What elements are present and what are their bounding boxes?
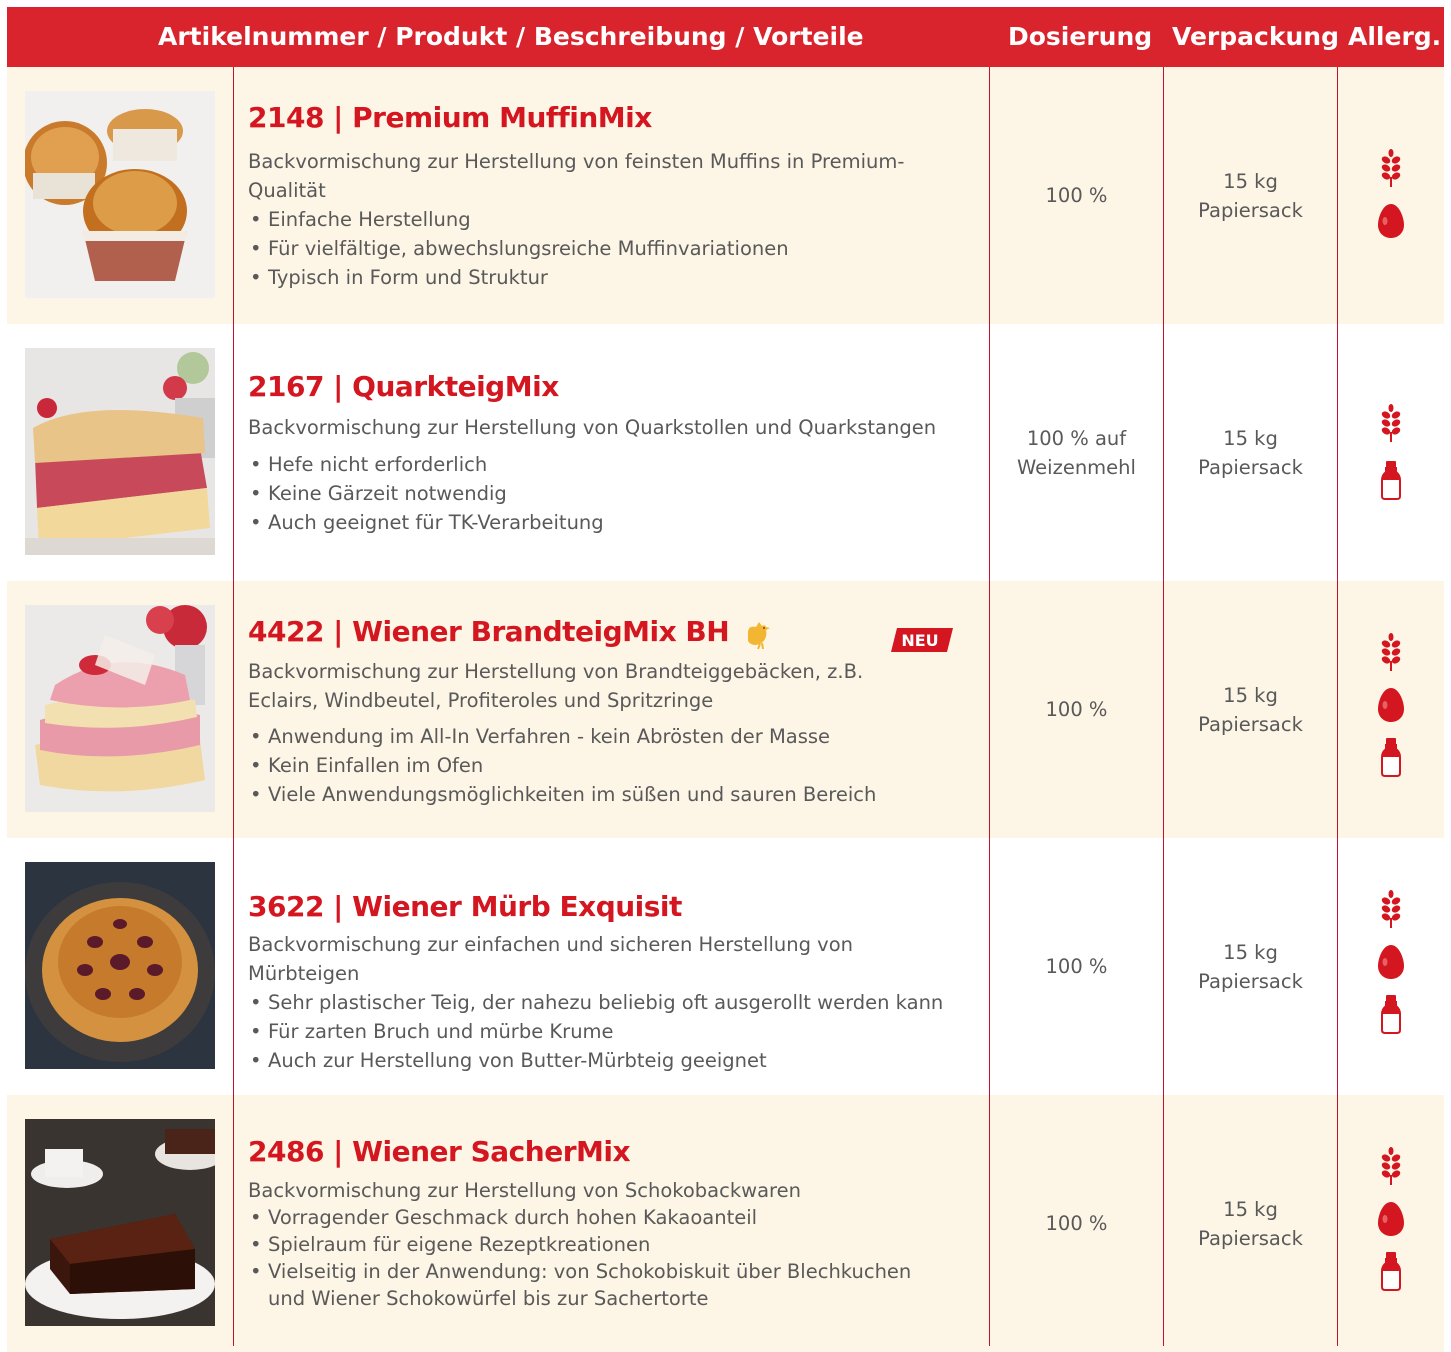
product-title: 4422 | Wiener BrandteigMix BH <box>248 615 774 649</box>
description-text: Backvormischung zur einfachen und sicher… <box>248 933 853 985</box>
packaging-type: Papiersack <box>1198 970 1303 993</box>
dosage-value: 100 % auf Weizenmehl <box>990 424 1163 482</box>
wheat-icon <box>1381 890 1401 928</box>
product-description: Backvormischung zur Herstellung von Quar… <box>248 413 948 537</box>
table-header: Artikelnummer / Produkt / Beschreibung /… <box>7 7 1444 67</box>
packaging-weight: 15 kg <box>1223 427 1278 450</box>
benefit-list: Hefe nicht erforderlich Keine Gärzeit no… <box>248 450 948 537</box>
product-title: 2167 | QuarkteigMix <box>248 370 559 403</box>
product-description: Backvormischung zur einfachen und sicher… <box>248 930 948 1075</box>
sacher-cake-photo <box>25 1119 215 1326</box>
tart-photo <box>25 862 215 1069</box>
packaging-weight: 15 kg <box>1223 170 1278 193</box>
packaging-weight: 15 kg <box>1223 941 1278 964</box>
product-title: 2486 | Wiener SacherMix <box>248 1135 631 1168</box>
description-text: Backvormischung zur Herstellung von Bran… <box>248 660 864 712</box>
benefit-list: Einfache Herstellung Für vielfältige, ab… <box>248 205 948 292</box>
dosage-line: Weizenmehl <box>1017 456 1136 479</box>
allergen-icons <box>1338 149 1444 239</box>
header-dosage: Dosierung <box>1008 22 1153 51</box>
egg-icon <box>1378 204 1404 238</box>
packaging-value: 15 kg Papiersack <box>1164 681 1337 739</box>
list-item: Viele Anwendungsmöglichkeiten im süßen u… <box>248 780 948 809</box>
product-description: Backvormischung zur Herstellung von fein… <box>248 147 948 292</box>
header-product: Artikelnummer / Produkt / Beschreibung /… <box>158 22 864 51</box>
packaging-type: Papiersack <box>1198 456 1303 479</box>
allergen-icons <box>1338 633 1444 777</box>
milk-icon <box>1381 738 1401 777</box>
allergen-icons <box>1338 404 1444 500</box>
wheat-icon <box>1381 149 1401 187</box>
allergen-icons <box>1338 890 1444 1034</box>
list-item: Auch zur Herstellung von Butter-Mürbteig… <box>248 1046 948 1075</box>
benefit-list: Sehr plastischer Teig, der nahezu belieb… <box>248 988 948 1075</box>
list-item: Typisch in Form und Struktur <box>248 263 948 292</box>
packaging-value: 15 kg Papiersack <box>1164 424 1337 482</box>
packaging-type: Papiersack <box>1198 199 1303 222</box>
crumble-cake-photo <box>25 348 215 555</box>
product-title: 3622 | Wiener Mürb Exquisit <box>248 890 682 923</box>
list-item: Kein Einfallen im Ofen <box>248 751 948 780</box>
list-item: Spielraum für eigene Rezeptkreationen <box>248 1231 928 1258</box>
dosage-value: 100 % <box>1045 698 1108 721</box>
list-item: Einfache Herstellung <box>248 205 948 234</box>
milk-icon <box>1381 995 1401 1034</box>
neu-badge-label: NEU <box>901 631 938 650</box>
packaging-type: Papiersack <box>1198 1227 1303 1250</box>
product-title-text: 4422 | Wiener BrandteigMix BH <box>248 615 730 648</box>
packaging-value: 15 kg Papiersack <box>1164 167 1337 225</box>
allergen-icons <box>1338 1147 1444 1291</box>
description-text: Backvormischung zur Herstellung von Quar… <box>248 416 937 439</box>
product-title: 2148 | Premium MuffinMix <box>248 101 652 134</box>
benefit-list: Anwendung im All-In Verfahren - kein Abr… <box>248 722 948 809</box>
product-row: 2167 | QuarkteigMix Backvormischung zur … <box>7 324 1444 581</box>
dosage-value: 100 % <box>1045 1212 1108 1235</box>
product-description: Backvormischung zur Herstellung von Scho… <box>248 1177 948 1312</box>
egg-icon <box>1378 1202 1404 1236</box>
list-item: Anwendung im All-In Verfahren - kein Abr… <box>248 722 948 751</box>
description-text: Backvormischung zur Herstellung von Scho… <box>248 1179 801 1202</box>
benefit-list: Vorragender Geschmack durch hohen Kakaoa… <box>248 1204 928 1312</box>
header-allergens: Allerg. <box>1348 22 1442 51</box>
list-item: Vorragender Geschmack durch hohen Kakaoa… <box>248 1204 928 1231</box>
hen-icon <box>748 622 771 649</box>
list-item: Sehr plastischer Teig, der nahezu belieb… <box>248 988 948 1017</box>
packaging-type: Papiersack <box>1198 713 1303 736</box>
packaging-weight: 15 kg <box>1223 1198 1278 1221</box>
milk-icon <box>1381 461 1401 500</box>
product-row: 2148 | Premium MuffinMix Backvormischung… <box>7 67 1444 324</box>
packaging-value: 15 kg Papiersack <box>1164 938 1337 996</box>
packaging-weight: 15 kg <box>1223 684 1278 707</box>
muffin-photo <box>25 91 215 298</box>
list-item: Für vielfältige, abwechslungsreiche Muff… <box>248 234 948 263</box>
list-item: Auch geeignet für TK-Verarbeitung <box>248 508 948 537</box>
product-row: 4422 | Wiener BrandteigMix BH NEU Backvo… <box>7 581 1444 838</box>
description-text: Backvormischung zur Herstellung von fein… <box>248 150 905 202</box>
wheat-icon <box>1381 1147 1401 1185</box>
product-description: Backvormischung zur Herstellung von Bran… <box>248 657 948 809</box>
wheat-icon <box>1381 404 1401 442</box>
list-item: Keine Gärzeit notwendig <box>248 479 948 508</box>
list-item: Vielseitig in der Anwendung: von Schokob… <box>248 1258 928 1312</box>
wheat-icon <box>1381 633 1401 671</box>
list-item: Hefe nicht erforderlich <box>248 450 948 479</box>
strawberry-pastry-photo <box>25 605 215 812</box>
header-packaging: Verpackung <box>1172 22 1339 51</box>
packaging-value: 15 kg Papiersack <box>1164 1195 1337 1253</box>
egg-icon <box>1378 945 1404 979</box>
product-row: 3622 | Wiener Mürb Exquisit Backvormisch… <box>7 838 1444 1095</box>
neu-badge: NEU <box>891 628 953 652</box>
egg-icon <box>1378 688 1404 722</box>
milk-icon <box>1381 1252 1401 1291</box>
dosage-value: 100 % <box>1045 184 1108 207</box>
dosage-line: 100 % auf <box>1026 427 1127 450</box>
dosage-value: 100 % <box>1045 955 1108 978</box>
product-row: 2486 | Wiener SacherMix Backvormischung … <box>7 1095 1444 1346</box>
list-item: Für zarten Bruch und mürbe Krume <box>248 1017 948 1046</box>
